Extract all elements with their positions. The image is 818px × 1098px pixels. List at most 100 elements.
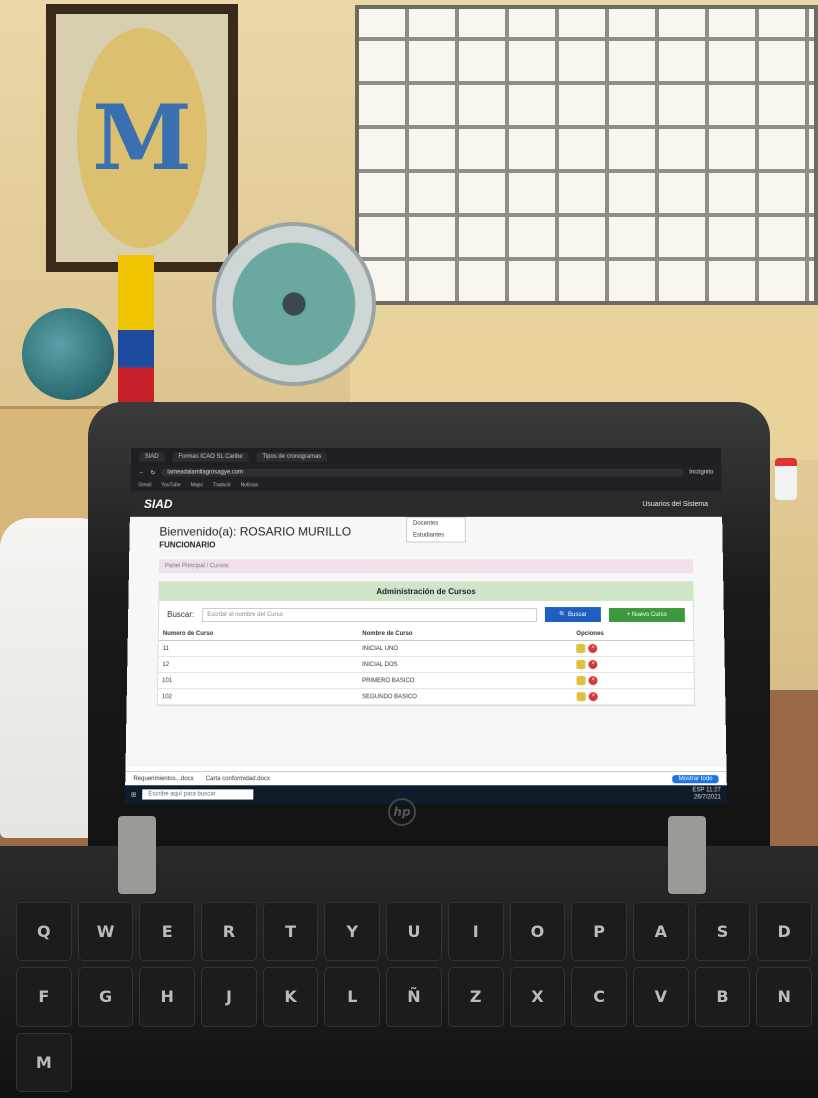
key-x[interactable]: X: [509, 967, 566, 1027]
table-row: 101 PRIMERO BASICO ×: [157, 672, 695, 689]
dropdown-item-docentes[interactable]: Docentes: [407, 518, 465, 530]
taskbar-search[interactable]: Escribe aquí para buscar: [142, 789, 254, 800]
language: ESP: [692, 787, 705, 794]
reload-icon[interactable]: ↻: [150, 469, 155, 476]
system-tray[interactable]: ESP 11:27 26/7/2021: [692, 787, 721, 801]
browser-tabs: SIAD Formas ICAO SL Caribe Tipos de cron…: [130, 448, 722, 466]
users-menu[interactable]: Usuarios del Sistema: [642, 501, 708, 508]
tab[interactable]: Tipos de cronogramas: [256, 451, 328, 462]
url-field[interactable]: lameadalamilagrosagye.com: [161, 468, 684, 477]
clock-time: 11:27: [706, 787, 721, 794]
table-row: 102 SEGUNDO BASICO ×: [157, 688, 695, 705]
barred-window: [355, 5, 818, 305]
table-row: 12 INICIAL DOS ×: [158, 656, 694, 673]
key-d[interactable]: D: [756, 902, 812, 962]
app-navbar: SIAD Usuarios del Sistema Docentes Estud…: [129, 491, 723, 543]
column-header: Nombre de Curso: [358, 627, 573, 641]
download-item[interactable]: Requerimientos...docx: [133, 776, 193, 782]
key-b[interactable]: B: [694, 967, 751, 1027]
key-a[interactable]: A: [632, 902, 689, 962]
app-brand[interactable]: SIAD: [144, 497, 173, 511]
tab[interactable]: SIAD: [138, 451, 165, 462]
key-f[interactable]: F: [16, 967, 72, 1027]
key-ñ[interactable]: Ñ: [386, 967, 442, 1027]
key-s[interactable]: S: [694, 902, 751, 962]
key-n[interactable]: N: [756, 967, 812, 1027]
photo-scene: M SIAD Formas ICAO SL Caribe Tipos de cr…: [0, 0, 818, 1098]
breadcrumb: Panel Principal / Cursos: [158, 559, 694, 574]
key-k[interactable]: K: [262, 967, 319, 1027]
key-y[interactable]: Y: [324, 902, 381, 962]
breadcrumb-home[interactable]: Panel Principal: [165, 563, 205, 569]
edit-icon[interactable]: [576, 676, 586, 686]
fan: [212, 222, 376, 386]
hinge-left: [118, 816, 156, 894]
delete-icon[interactable]: ×: [588, 660, 598, 670]
key-e[interactable]: E: [139, 902, 196, 962]
key-u[interactable]: U: [386, 902, 442, 962]
bookmark[interactable]: YouTube: [161, 482, 181, 488]
key-q[interactable]: Q: [16, 902, 72, 962]
new-course-button[interactable]: + Nuevo Curso: [608, 607, 685, 622]
window-grill: [359, 9, 814, 301]
bookmark[interactable]: Gmail: [138, 482, 151, 488]
courses-table: Numero de Curso Nombre de Curso Opciones…: [157, 627, 695, 705]
breadcrumb-current: Cursos: [209, 563, 229, 570]
users-dropdown: Docentes Estudiantes: [406, 516, 466, 543]
windows-taskbar: ⊞ Escribe aquí para buscar ESP 11:27 26/…: [124, 785, 728, 804]
download-item[interactable]: Carta conformidad.docx: [206, 776, 270, 782]
key-h[interactable]: H: [139, 967, 196, 1027]
downloads-bar: Requerimientos...docx Carta conformidad.…: [125, 771, 727, 786]
globe: [22, 308, 114, 400]
key-m[interactable]: M: [16, 1032, 72, 1092]
table-row: 11 INICIAL UNO ×: [158, 640, 694, 657]
bookmark[interactable]: Traducir: [213, 482, 231, 488]
column-header: Numero de Curso: [158, 627, 359, 641]
bookmarks-bar: Gmail YouTube Maps Traducir Noticias: [130, 479, 722, 492]
card-title: Administración de Cursos: [159, 582, 693, 602]
laptop-screen: SIAD Formas ICAO SL Caribe Tipos de cron…: [124, 448, 728, 804]
delete-icon[interactable]: ×: [588, 692, 599, 702]
painting-m-emblem: M: [77, 28, 207, 248]
profile-label[interactable]: Incógnito: [689, 470, 713, 476]
key-c[interactable]: C: [571, 967, 627, 1027]
search-input[interactable]: Escribir el nombre del Curso: [202, 607, 537, 622]
delete-icon[interactable]: ×: [588, 643, 598, 654]
key-j[interactable]: J: [201, 967, 257, 1027]
key-i[interactable]: I: [447, 902, 504, 962]
bookmark[interactable]: Maps: [191, 482, 203, 488]
hp-logo: hp: [388, 798, 416, 826]
tab[interactable]: Formas ICAO SL Caribe: [172, 451, 249, 462]
edit-icon[interactable]: [576, 643, 586, 654]
key-v[interactable]: V: [632, 967, 689, 1027]
dropdown-item-estudiantes[interactable]: Estudiantes: [407, 530, 465, 542]
flag: [118, 255, 154, 405]
page-content: Bienvenido(a): ROSARIO MURILLO FUNCIONAR…: [125, 516, 727, 767]
back-icon[interactable]: ←: [139, 470, 145, 476]
key-g[interactable]: G: [77, 967, 134, 1027]
key-t[interactable]: T: [262, 902, 319, 962]
key-o[interactable]: O: [509, 902, 566, 962]
show-all-button[interactable]: Mostrar todo: [672, 774, 719, 783]
edit-icon[interactable]: [576, 692, 587, 702]
bookmark[interactable]: Noticias: [241, 482, 259, 488]
windows-start-icon[interactable]: ⊞: [131, 791, 136, 798]
bottle: [775, 458, 797, 500]
delete-icon[interactable]: ×: [588, 676, 598, 686]
key-z[interactable]: Z: [447, 967, 504, 1027]
clock-date: 26/7/2021: [693, 794, 722, 801]
courses-card: Administración de Cursos Buscar: Escribi…: [156, 581, 696, 707]
address-bar: ← ↻ lameadalamilagrosagye.com Incógnito: [130, 465, 722, 480]
search-row: Buscar: Escribir el nombre del Curso 🔍 B…: [159, 601, 693, 628]
search-button[interactable]: 🔍 Buscar: [544, 607, 601, 623]
key-r[interactable]: R: [201, 902, 257, 962]
religious-painting: M: [46, 4, 238, 272]
key-w[interactable]: W: [77, 902, 134, 962]
edit-icon[interactable]: [576, 660, 586, 670]
hinge-right: [668, 816, 706, 894]
key-l[interactable]: L: [324, 967, 381, 1027]
key-p[interactable]: P: [571, 902, 627, 962]
search-label: Buscar:: [167, 610, 195, 620]
column-header: Opciones: [572, 627, 694, 641]
keyboard: QWERTYUIOPASD FGHJKLÑZXCVBN M: [10, 896, 818, 1098]
